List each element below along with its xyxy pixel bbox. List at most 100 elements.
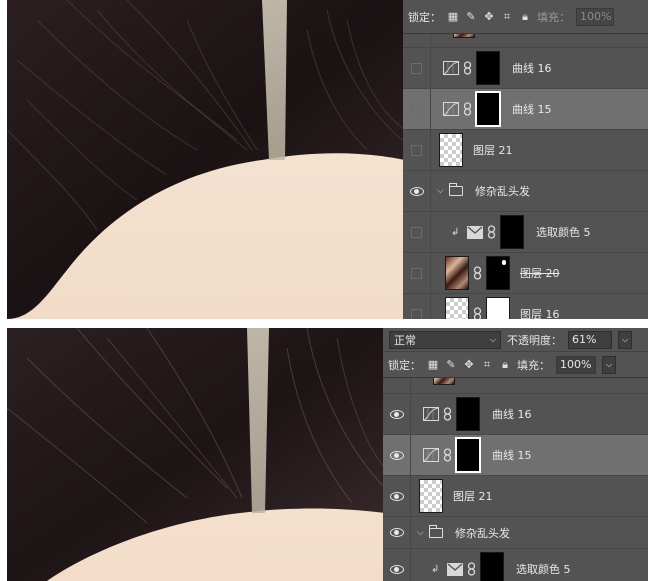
visibility-toggle[interactable] — [403, 253, 431, 293]
curves-adjustment-icon — [443, 61, 459, 75]
layer-name: 曲线 16 — [492, 408, 532, 421]
layer-mask-thumbnail[interactable] — [480, 552, 504, 581]
eye-icon — [389, 528, 404, 537]
layer-mask-thumbnail-selected[interactable] — [455, 437, 481, 473]
eye-icon — [409, 186, 424, 196]
fill-input[interactable]: 100% — [556, 355, 596, 374]
visibility-toggle[interactable] — [383, 378, 411, 393]
visibility-toggle[interactable] — [403, 294, 431, 319]
clipping-arrow-icon: ↲ — [451, 226, 460, 238]
chevron-down-icon[interactable]: ⌵ — [437, 186, 447, 196]
opacity-dropdown-button[interactable]: ⌵ — [618, 330, 632, 349]
visibility-toggle[interactable] — [383, 517, 411, 548]
layer-row-curves-15[interactable]: 曲线 15 — [383, 435, 648, 476]
eye-icon — [389, 409, 404, 419]
layer-name: 曲线 15 — [492, 449, 532, 462]
lock-all-icon[interactable]: 🔒︎ — [499, 358, 511, 371]
lock-artboard-icon[interactable]: ⌗ — [501, 10, 513, 23]
layer-row-curves-16[interactable]: 曲线 16 — [383, 394, 648, 435]
visibility-toggle[interactable] — [403, 212, 431, 252]
layer-row-layer-20[interactable]: 图层 20 — [403, 253, 648, 294]
lock-transparent-pixels-icon[interactable]: ▦ — [427, 358, 439, 371]
layer-row-layer-21[interactable]: 图层 21 — [403, 130, 648, 171]
visibility-toggle[interactable] — [383, 394, 411, 434]
visibility-off-icon — [411, 226, 422, 238]
layer-row-selective-color-5[interactable]: ↲ 选取颜色 5 — [403, 212, 648, 253]
lock-position-icon[interactable]: ✥ — [463, 358, 475, 371]
visibility-off-icon — [411, 144, 422, 156]
visibility-off-icon — [411, 267, 422, 279]
layer-mask-thumbnail[interactable] — [500, 215, 524, 249]
fill-label: 填充： — [537, 10, 570, 24]
blend-mode-select[interactable]: 正常 ⌵ — [389, 330, 501, 349]
layer-row-group-messy-hair[interactable]: ⌵ 修杂乱头发 — [403, 171, 648, 212]
lock-label: 锁定： — [388, 358, 421, 372]
selective-color-adjustment-icon — [447, 562, 463, 576]
curves-adjustment-icon — [423, 448, 439, 462]
canvas-top-hair-photo — [7, 0, 405, 319]
layer-mask-thumbnail[interactable] — [486, 297, 510, 319]
layer-name: 曲线 16 — [512, 62, 552, 75]
layer-thumbnail-transparent[interactable] — [445, 297, 469, 319]
visibility-off-icon — [411, 62, 422, 74]
layer-name: 选取颜色 5 — [536, 226, 591, 239]
eye-icon — [389, 450, 404, 460]
layer-row-group-messy-hair[interactable]: ⌵ 修杂乱头发 — [383, 517, 648, 549]
group-name: 修杂乱头发 — [455, 526, 510, 540]
lock-artboard-icon[interactable]: ⌗ — [481, 358, 493, 371]
layer-mask-thumbnail-selected[interactable] — [475, 91, 501, 127]
layer-mask-thumbnail[interactable] — [456, 397, 480, 431]
lock-position-icon[interactable]: ✥ — [483, 10, 495, 23]
layer-thumbnail-photo[interactable] — [445, 256, 469, 290]
lock-image-pixels-icon[interactable]: ✎ — [465, 10, 477, 23]
visibility-toggle[interactable] — [383, 549, 411, 581]
chain-link-icon[interactable] — [473, 266, 482, 280]
layer-row-layer-16[interactable]: 图层 16 — [403, 294, 648, 319]
chain-link-icon[interactable] — [487, 225, 496, 239]
layer-mask-thumbnail[interactable] — [486, 256, 510, 290]
curves-adjustment-icon — [443, 102, 459, 116]
visibility-toggle[interactable] — [403, 171, 431, 211]
layer-name: 曲线 15 — [512, 103, 552, 116]
lock-row: 锁定： ▦ ✎ ✥ ⌗ 🔒︎ 填充： 100% — [403, 0, 648, 34]
folder-icon — [428, 524, 443, 538]
chain-link-icon[interactable] — [443, 448, 452, 462]
layer-mask-thumbnail[interactable] — [476, 51, 500, 85]
visibility-toggle[interactable] — [403, 48, 431, 88]
visibility-toggle[interactable] — [403, 130, 431, 170]
layer-row-partial[interactable] — [383, 378, 648, 394]
layer-row-selective-color-5[interactable]: ↲ 选取颜色 5 — [383, 549, 648, 581]
layer-name: 图层 16 — [520, 308, 560, 319]
visibility-off-icon — [411, 103, 422, 115]
layer-thumbnail-transparent[interactable] — [419, 479, 443, 513]
layer-row-curves-16[interactable]: 曲线 16 — [403, 48, 648, 89]
lock-image-pixels-icon[interactable]: ✎ — [445, 358, 457, 371]
chevron-down-icon[interactable]: ⌵ — [417, 528, 427, 538]
visibility-toggle[interactable] — [403, 89, 431, 129]
visibility-toggle[interactable] — [383, 476, 411, 516]
chain-link-icon[interactable] — [463, 102, 472, 116]
layer-name: 图层 20 — [520, 267, 560, 280]
opacity-input[interactable]: 61% — [568, 330, 612, 349]
chain-link-icon[interactable] — [443, 407, 452, 421]
lock-all-icon[interactable]: 🔒︎ — [519, 10, 531, 23]
selective-color-adjustment-icon — [467, 225, 483, 239]
lock-transparent-pixels-icon[interactable]: ▦ — [447, 10, 459, 23]
chain-link-icon[interactable] — [473, 307, 482, 319]
chain-link-icon[interactable] — [467, 562, 476, 576]
chevron-down-icon: ⌵ — [489, 334, 496, 344]
layer-name: 选取颜色 5 — [516, 563, 571, 576]
eye-icon — [389, 491, 404, 501]
layer-row-layer-21[interactable]: 图层 21 — [383, 476, 648, 517]
fill-dropdown-button[interactable]: ⌵ — [602, 355, 616, 374]
group-name: 修杂乱头发 — [475, 185, 530, 198]
layer-row-curves-15[interactable]: 曲线 15 — [403, 89, 648, 130]
fill-input[interactable]: 100% — [576, 7, 614, 26]
layer-row-partial[interactable] — [403, 34, 648, 48]
layers-panel-bottom: 正常 ⌵ 不透明度： 61% ⌵ 锁定： ▦ ✎ ✥ ⌗ 🔒︎ 填充： 100%… — [383, 328, 648, 581]
layer-thumbnail-transparent[interactable] — [439, 133, 463, 167]
lock-row: 锁定： ▦ ✎ ✥ ⌗ 🔒︎ 填充： 100% ⌵ — [383, 352, 648, 378]
visibility-toggle[interactable] — [383, 435, 411, 475]
chain-link-icon[interactable] — [463, 61, 472, 75]
visibility-toggle[interactable] — [403, 34, 431, 47]
